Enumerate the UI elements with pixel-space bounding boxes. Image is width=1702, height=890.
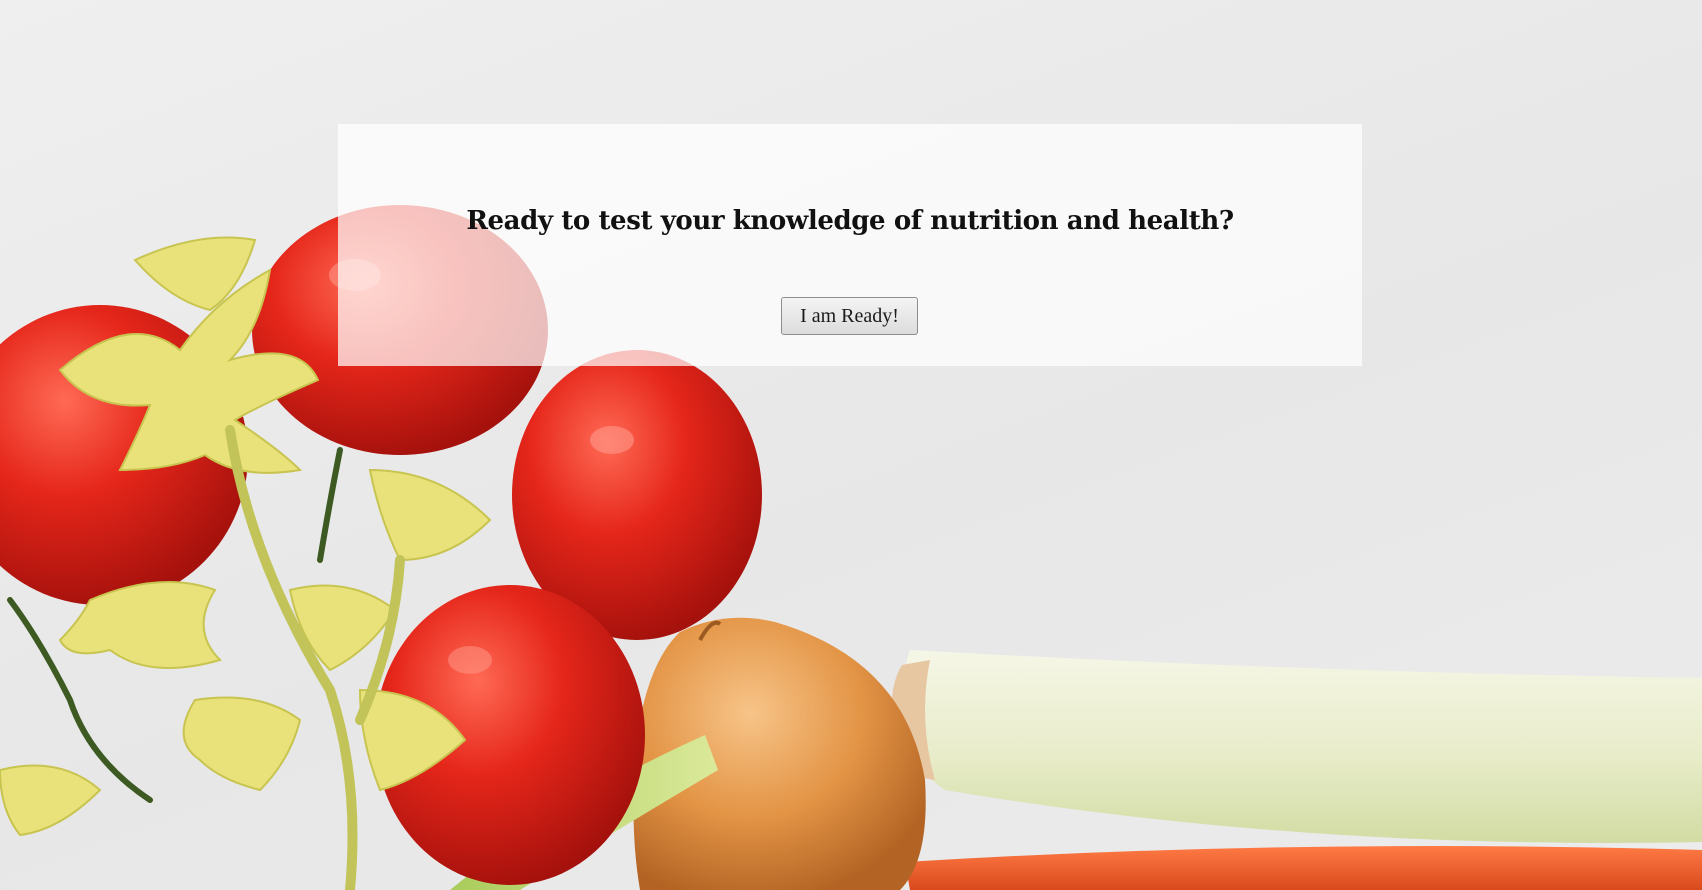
carrot-shape <box>905 846 1702 890</box>
leek-shape <box>901 650 1702 843</box>
start-quiz-button[interactable]: I am Ready! <box>781 297 918 335</box>
intro-panel: Ready to test your knowledge of nutritio… <box>338 124 1362 366</box>
quiz-intro-heading: Ready to test your knowledge of nutritio… <box>466 206 1234 236</box>
